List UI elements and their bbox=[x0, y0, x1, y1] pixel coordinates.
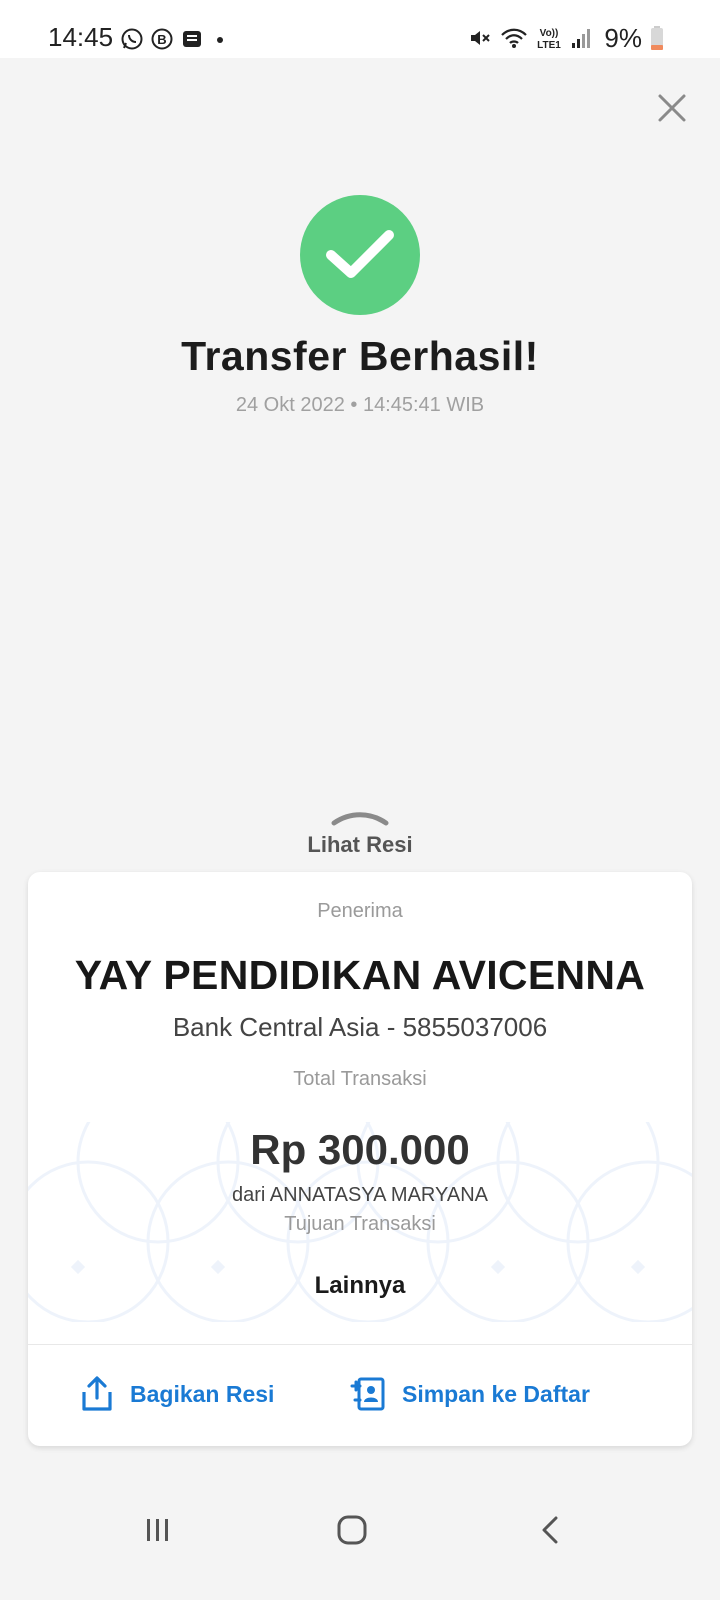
sender-name: dari ANNATASYA MARYANA bbox=[231, 1184, 488, 1206]
chevron-up-icon[interactable] bbox=[330, 810, 390, 826]
svg-text:LTE1: LTE1 bbox=[538, 40, 562, 51]
status-bar: 14:45 B Vo)) LTE1 9% bbox=[0, 0, 720, 58]
transaction-purpose: Lainnya bbox=[314, 1272, 406, 1299]
system-icons: Vo)) LTE1 9% bbox=[468, 22, 664, 53]
purpose-label: Tujuan Transaksi bbox=[284, 1213, 436, 1235]
recent-apps-icon bbox=[147, 1519, 168, 1541]
success-title: Transfer Berhasil! bbox=[181, 333, 539, 379]
navigation-bar bbox=[0, 1490, 720, 1570]
back-icon bbox=[542, 1516, 558, 1544]
card-divider bbox=[28, 1344, 692, 1345]
view-receipt-toggle[interactable]: Lihat Resi bbox=[0, 832, 720, 858]
receipt-card: Penerima YAY PENDIDIKAN AVICENNA Bank Ce… bbox=[28, 872, 692, 1446]
volte-icon: Vo)) LTE1 bbox=[538, 28, 562, 51]
battery-icon bbox=[651, 26, 663, 50]
home-button[interactable] bbox=[332, 1510, 372, 1550]
back-button[interactable] bbox=[530, 1510, 570, 1550]
save-to-list-button[interactable]: Simpan ke Daftar bbox=[350, 1374, 590, 1414]
recent-apps-button[interactable] bbox=[138, 1510, 178, 1550]
battery-percentage: 9% bbox=[604, 22, 642, 53]
check-circle-icon bbox=[326, 230, 394, 278]
share-receipt-label: Bagikan Resi bbox=[130, 1380, 275, 1407]
dot-icon bbox=[217, 37, 223, 43]
close-button[interactable] bbox=[652, 88, 692, 128]
recipient-name: YAY PENDIDIKAN AVICENNA bbox=[74, 952, 646, 998]
status-time: 14:45 bbox=[48, 22, 114, 52]
recipient-bank-account: Bank Central Asia - 5855037006 bbox=[172, 1012, 548, 1042]
svg-text:Vo)): Vo)) bbox=[540, 28, 559, 39]
close-icon bbox=[658, 94, 686, 122]
notification-icons: B bbox=[120, 26, 230, 52]
signal-icon bbox=[572, 29, 591, 48]
contact-add-icon bbox=[350, 1377, 385, 1411]
total-label: Total Transaksi bbox=[293, 1068, 427, 1090]
recipient-label: Penerima bbox=[317, 900, 403, 922]
save-to-list-label: Simpan ke Daftar bbox=[402, 1380, 590, 1407]
success-badge bbox=[300, 195, 420, 315]
wifi-icon bbox=[501, 28, 528, 48]
share-receipt-button[interactable]: Bagikan Resi bbox=[80, 1374, 274, 1414]
mute-icon bbox=[471, 31, 491, 45]
message-icon bbox=[183, 31, 201, 47]
svg-text:B: B bbox=[157, 32, 166, 47]
home-icon bbox=[337, 1515, 367, 1545]
business-icon: B bbox=[151, 28, 173, 50]
share-icon bbox=[82, 1376, 112, 1411]
whatsapp-icon bbox=[121, 28, 143, 50]
transaction-timestamp: 24 Okt 2022 • 14:45:41 WIB bbox=[235, 394, 485, 416]
transaction-amount: Rp 300.000 bbox=[250, 1126, 470, 1173]
